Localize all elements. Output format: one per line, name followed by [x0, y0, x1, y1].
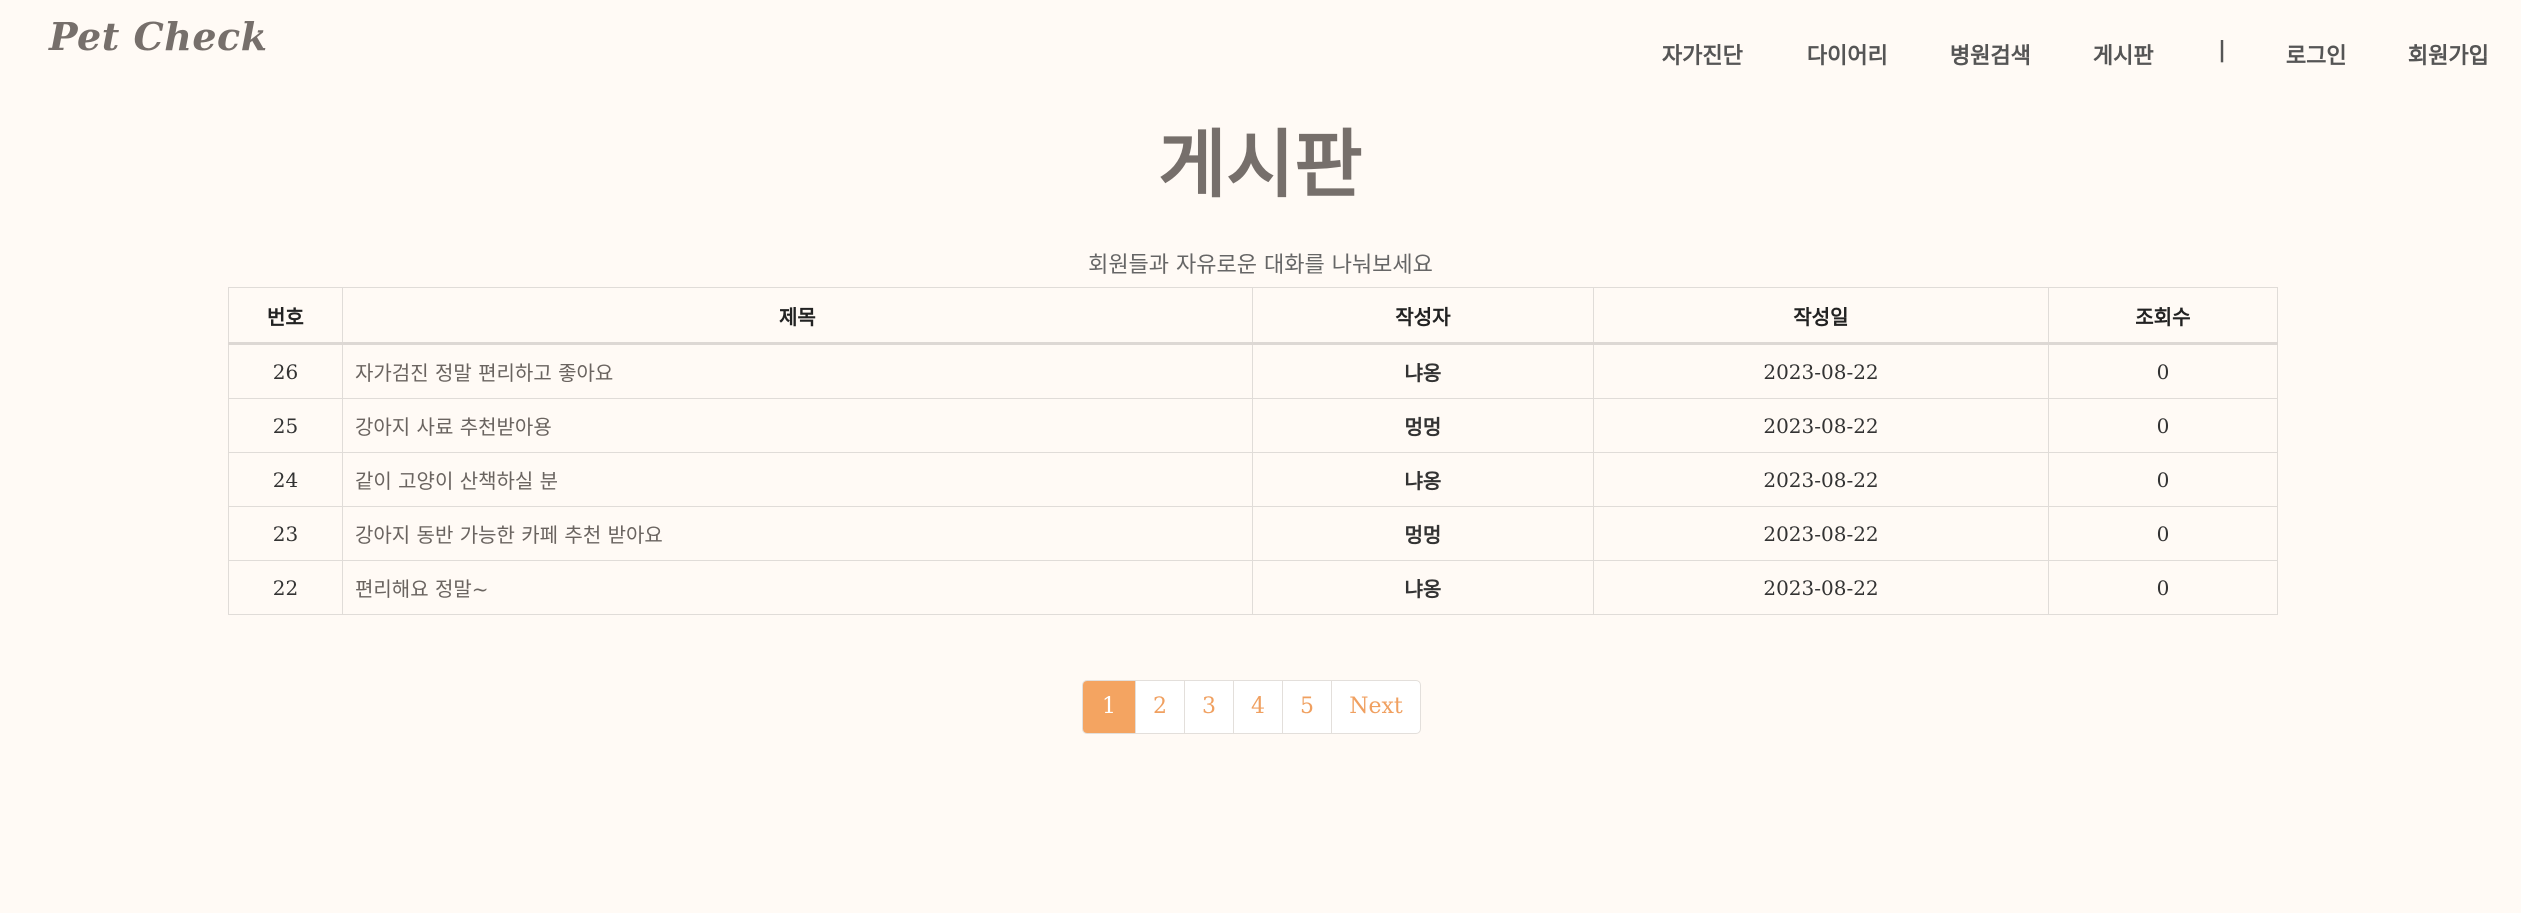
page-button-3[interactable]: 3 — [1184, 681, 1233, 733]
post-title-link[interactable]: 편리해요 정말~ — [342, 560, 1253, 615]
table-row[interactable]: 24 같이 고양이 산책하실 분 냐옹 2023-08-22 0 — [228, 452, 2278, 507]
post-views: 0 — [2048, 506, 2278, 561]
column-header-number: 번호 — [228, 287, 343, 345]
page: Pet Check 자가진단 다이어리 병원검색 게시판 | 로그인 회원가입 … — [0, 0, 2521, 913]
post-number: 24 — [228, 452, 343, 507]
post-date: 2023-08-22 — [1593, 560, 2049, 615]
post-title-link[interactable]: 같이 고양이 산책하실 분 — [342, 452, 1253, 507]
table-row[interactable]: 23 강아지 동반 가능한 카페 추천 받아요 멍멍 2023-08-22 0 — [228, 506, 2278, 561]
post-date: 2023-08-22 — [1593, 343, 2049, 399]
post-date: 2023-08-22 — [1593, 452, 2049, 507]
page-button-5[interactable]: 5 — [1282, 681, 1331, 733]
nav-signup[interactable]: 회원가입 — [2408, 38, 2489, 70]
page-title: 게시판 — [1158, 122, 1363, 208]
nav-board[interactable]: 게시판 — [2093, 38, 2154, 70]
post-number: 26 — [228, 343, 343, 399]
table-row[interactable]: 25 강아지 사료 추천받아용 멍멍 2023-08-22 0 — [228, 398, 2278, 453]
pagination: 1 2 3 4 5 Next — [1082, 680, 1421, 734]
nav-separator: | — [2218, 38, 2227, 63]
post-title-link[interactable]: 자가검진 정말 편리하고 좋아요 — [342, 343, 1253, 399]
nav-diary[interactable]: 다이어리 — [1807, 38, 1888, 70]
table-header-row: 번호 제목 작성자 작성일 조회수 — [228, 287, 2278, 345]
post-date: 2023-08-22 — [1593, 398, 2049, 453]
nav-hospital-search[interactable]: 병원검색 — [1950, 38, 2031, 70]
post-views: 0 — [2048, 343, 2278, 399]
page-button-4[interactable]: 4 — [1233, 681, 1282, 733]
column-header-title: 제목 — [342, 287, 1253, 345]
post-views: 0 — [2048, 398, 2278, 453]
column-header-date: 작성일 — [1593, 287, 2049, 345]
post-number: 22 — [228, 560, 343, 615]
table-row[interactable]: 26 자가검진 정말 편리하고 좋아요 냐옹 2023-08-22 0 — [228, 343, 2278, 399]
column-header-views: 조회수 — [2048, 287, 2278, 345]
next-page-button[interactable]: Next — [1331, 681, 1420, 733]
post-title-link[interactable]: 강아지 동반 가능한 카페 추천 받아요 — [342, 506, 1253, 561]
post-views: 0 — [2048, 560, 2278, 615]
post-author: 냐옹 — [1252, 452, 1594, 507]
nav-login[interactable]: 로그인 — [2286, 38, 2347, 70]
page-subtitle: 회원들과 자유로운 대화를 나눠보세요 — [1088, 253, 1433, 278]
post-views: 0 — [2048, 452, 2278, 507]
post-author: 멍멍 — [1252, 506, 1594, 561]
table-row[interactable]: 22 편리해요 정말~ 냐옹 2023-08-22 0 — [228, 560, 2278, 615]
top-nav: 자가진단 다이어리 병원검색 게시판 | 로그인 회원가입 — [0, 38, 2521, 74]
post-number: 25 — [228, 398, 343, 453]
post-number: 23 — [228, 506, 343, 561]
nav-self-diagnosis[interactable]: 자가진단 — [1662, 38, 1743, 70]
post-date: 2023-08-22 — [1593, 506, 2049, 561]
post-author: 냐옹 — [1252, 560, 1594, 615]
post-author: 냐옹 — [1252, 343, 1594, 399]
post-title-link[interactable]: 강아지 사료 추천받아용 — [342, 398, 1253, 453]
board-table: 번호 제목 작성자 작성일 조회수 26 자가검진 정말 편리하고 좋아요 냐옹… — [228, 287, 2278, 615]
column-header-author: 작성자 — [1252, 287, 1594, 345]
page-button-1[interactable]: 1 — [1083, 681, 1135, 733]
page-button-2[interactable]: 2 — [1135, 681, 1184, 733]
post-author: 멍멍 — [1252, 398, 1594, 453]
